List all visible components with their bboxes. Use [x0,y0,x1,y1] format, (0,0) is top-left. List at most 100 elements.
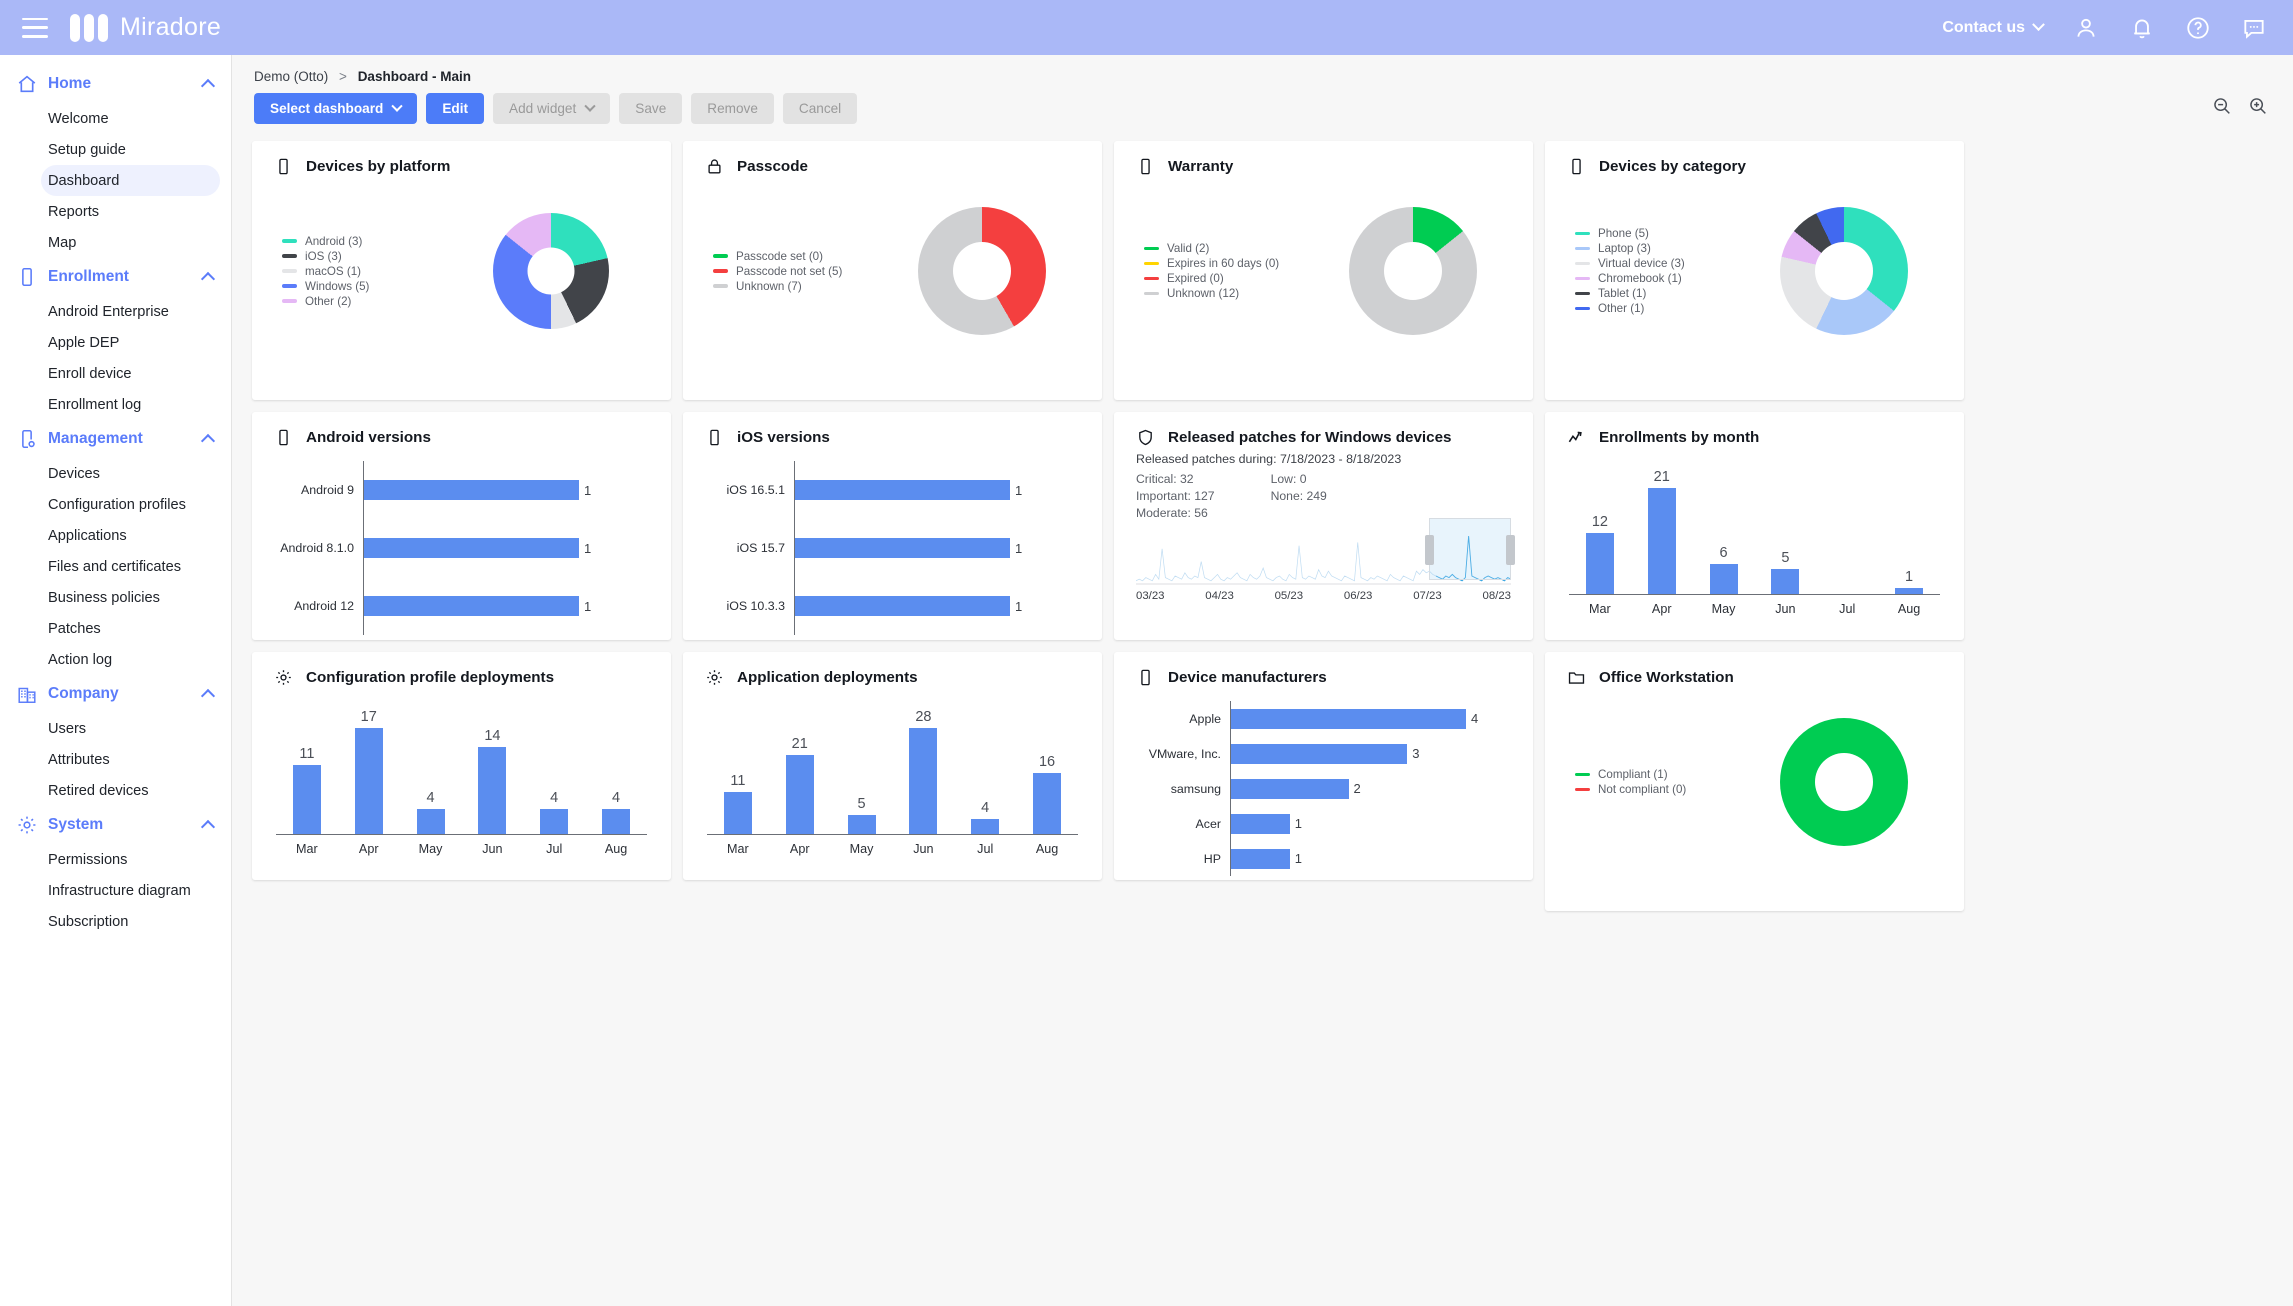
legend-item[interactable]: Passcode not set (5) [713,264,877,279]
sidebar-item-applications[interactable]: Applications [41,520,220,551]
legend-item[interactable]: Tablet (1) [1575,286,1739,301]
sidebar-item-apple-dep[interactable]: Apple DEP [41,327,220,358]
widget-devices-by-platform[interactable]: Devices by platform Android (3) iOS (3) mac… [252,141,671,400]
chevron-up-icon[interactable] [200,433,216,448]
legend-item[interactable]: Virtual device (3) [1575,256,1739,271]
legend-item[interactable]: Windows (5) [282,279,446,294]
add-widget-button[interactable]: Add widget [493,93,611,124]
zoom-in-icon[interactable] [2247,95,2269,117]
bar-column[interactable]: 21 [775,695,825,834]
save-button[interactable]: Save [619,93,683,124]
sidebar-item-infrastructure-diagram[interactable]: Infrastructure diagram [41,875,220,906]
sidebar-item-devices[interactable]: Devices [41,458,220,489]
widget-android-versions[interactable]: Android versions Android 9 1 Android 8.1.0 1… [252,412,671,640]
donut-ring[interactable] [917,207,1046,335]
donut-ring[interactable] [492,213,609,329]
legend-item[interactable]: macOS (1) [282,264,446,279]
widget-configuration-profile-deployments[interactable]: Configuration profile deployments 11 17 4 14… [252,652,671,880]
legend-item[interactable]: Phone (5) [1575,226,1739,241]
menu-icon[interactable] [22,17,48,38]
account-icon[interactable] [2073,15,2099,41]
bar-row[interactable]: samsung 2 [1130,771,1517,806]
chevron-up-icon[interactable] [200,688,216,703]
bar-row[interactable]: VMware, Inc. 3 [1130,736,1517,771]
contact-us-menu[interactable]: Contact us [1942,18,2045,37]
widget-ios-versions[interactable]: iOS versions iOS 16.5.1 1 iOS 15.7 1 iOS 10.3… [683,412,1102,640]
sidebar-item-enrollment-log[interactable]: Enrollment log [41,389,220,420]
bar-column[interactable] [1822,455,1872,594]
legend-item[interactable]: Chromebook (1) [1575,271,1739,286]
sidebar-item-reports[interactable]: Reports [41,196,220,227]
widget-warranty[interactable]: Warranty Valid (2) Expires in 60 days (0) E… [1114,141,1533,400]
legend-item[interactable]: Expires in 60 days (0) [1144,256,1308,271]
bar-row[interactable]: iOS 16.5.1 1 [699,461,1086,519]
sidebar-item-setup-guide[interactable]: Setup guide [41,134,220,165]
legend-item[interactable]: Other (1) [1575,301,1739,316]
sidebar-group-home[interactable]: Home [0,65,231,103]
bar-column[interactable]: 28 [898,695,948,834]
bar-column[interactable]: 12 [1575,455,1625,594]
select-dashboard-button[interactable]: Select dashboard [254,93,418,124]
chevron-up-icon[interactable] [200,78,216,93]
help-icon[interactable] [2185,15,2211,41]
sidebar-group-company[interactable]: Company [0,675,231,713]
bar-column[interactable]: 16 [1022,695,1072,834]
sidebar-item-android-enterprise[interactable]: Android Enterprise [41,296,220,327]
notifications-icon[interactable] [2129,15,2155,41]
legend-item[interactable]: iOS (3) [282,249,446,264]
sparkline-range-brush[interactable] [1424,518,1515,580]
widget-devices-by-category[interactable]: Devices by category Phone (5) Laptop (3) Vi… [1545,141,1964,400]
bar-column[interactable]: 1 [1884,455,1934,594]
sidebar-item-dashboard[interactable]: Dashboard [41,165,220,196]
edit-button[interactable]: Edit [426,93,485,124]
cancel-button[interactable]: Cancel [782,93,858,124]
bar-row[interactable]: Android 12 1 [268,577,655,635]
bar-row[interactable]: iOS 15.7 1 [699,519,1086,577]
bar-row[interactable]: Acer 1 [1130,806,1517,841]
sidebar-item-files-and-certificates[interactable]: Files and certificates [41,551,220,582]
bar-column[interactable]: 4 [960,695,1010,834]
bar-column[interactable]: 14 [467,695,517,834]
sidebar-item-configuration-profiles[interactable]: Configuration profiles [41,489,220,520]
donut-ring[interactable] [1779,718,1908,846]
zoom-out-icon[interactable] [2211,95,2233,117]
legend-item[interactable]: Passcode set (0) [713,249,877,264]
sidebar-item-business-policies[interactable]: Business policies [41,582,220,613]
widget-office-workstation[interactable]: Office Workstation Compliant (1) Not compl… [1545,652,1964,911]
widget-application-deployments[interactable]: Application deployments 11 21 5 28 4 16 Mar Apr M… [683,652,1102,880]
bar-column[interactable]: 4 [529,695,579,834]
bar-column[interactable]: 4 [406,695,456,834]
legend-item[interactable]: Unknown (12) [1144,286,1308,301]
legend-item[interactable]: Android (3) [282,234,446,249]
patch-sparkline[interactable]: 03/23 04/23 05/23 06/23 07/23 08/23 [1136,518,1515,602]
bar-column[interactable]: 21 [1637,455,1687,594]
sidebar-item-welcome[interactable]: Welcome [41,103,220,134]
legend-item[interactable]: Unknown (7) [713,279,877,294]
brush-handle-right[interactable] [1506,535,1515,565]
sidebar-group-system[interactable]: System [0,806,231,844]
breadcrumb-root[interactable]: Demo (Otto) [254,69,328,84]
chevron-up-icon[interactable] [200,271,216,286]
legend-item[interactable]: Other (2) [282,294,446,309]
bar-column[interactable]: 11 [713,695,763,834]
sidebar-item-retired-devices[interactable]: Retired devices [41,775,220,806]
legend-item[interactable]: Laptop (3) [1575,241,1739,256]
bar-row[interactable]: Apple 4 [1130,701,1517,736]
sidebar-group-management[interactable]: Management [0,420,231,458]
bar-column[interactable]: 5 [837,695,887,834]
bar-column[interactable]: 6 [1699,455,1749,594]
bar-column[interactable]: 17 [344,695,394,834]
sidebar-item-patches[interactable]: Patches [41,613,220,644]
widget-passcode[interactable]: Passcode Passcode set (0) Passcode not set… [683,141,1102,400]
bar-row[interactable]: Android 9 1 [268,461,655,519]
sidebar-item-action-log[interactable]: Action log [41,644,220,675]
bar-column[interactable]: 5 [1760,455,1810,594]
legend-item[interactable]: Not compliant (0) [1575,782,1739,797]
bar-row[interactable]: HP 1 [1130,841,1517,876]
chevron-up-icon[interactable] [200,819,216,834]
widget-device-manufacturers[interactable]: Device manufacturers Apple 4 VMware, Inc. 3 s… [1114,652,1533,880]
bar-row[interactable]: Android 8.1.0 1 [268,519,655,577]
legend-item[interactable]: Expired (0) [1144,271,1308,286]
brush-handle-left[interactable] [1424,535,1434,565]
donut-ring[interactable] [1348,207,1477,335]
